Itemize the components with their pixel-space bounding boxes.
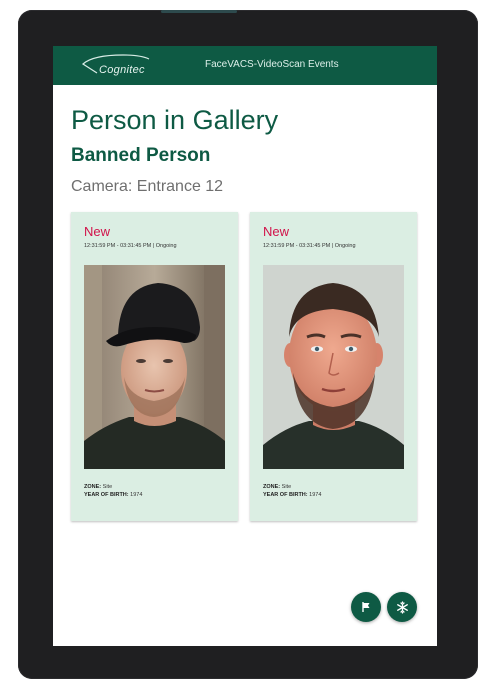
snowflake-icon <box>396 600 408 614</box>
camera-label: Camera: Entrance 12 <box>71 178 224 195</box>
logo-text: Cognitec <box>99 64 145 76</box>
event-time: 12:31:59 PM - 03:31:45 PM | Ongoing <box>263 243 356 249</box>
year-of-birth-label: YEAR OF BIRTH: <box>84 491 129 498</box>
face-photo-capped <box>84 265 225 469</box>
zone-label: ZONE: <box>84 484 102 490</box>
flag-icon <box>362 602 370 612</box>
page-title: Person in Gallery <box>71 105 279 135</box>
event-card[interactable]: New 12:31:59 PM - 03:31:45 PM | Ongoing <box>71 212 238 521</box>
event-card[interactable]: New 12:31:59 PM - 03:31:45 PM | Ongoing <box>250 212 417 521</box>
app-header: Cognitec FaceVACS-VideoScan Events <box>53 46 437 85</box>
freeze-button[interactable] <box>387 592 417 622</box>
gallery-face-photo[interactable] <box>263 265 404 469</box>
year-of-birth-value: 1974 <box>309 491 322 498</box>
year-of-birth-value: 1974 <box>130 491 143 498</box>
zone-row: ZONE: Site <box>263 484 321 492</box>
tablet-top-accent <box>161 10 237 13</box>
year-of-birth-row: YEAR OF BIRTH: 1974 <box>263 492 321 500</box>
event-time: 12:31:59 PM - 03:31:45 PM | Ongoing <box>84 243 177 249</box>
year-of-birth-row: YEAR OF BIRTH: 1974 <box>84 492 142 500</box>
cognitec-logo: Cognitec <box>79 52 153 78</box>
zone-label: ZONE: <box>263 484 281 490</box>
zone-value: Site <box>102 484 113 490</box>
card-meta: ZONE: Site YEAR OF BIRTH: 1974 <box>263 484 321 499</box>
face-photo-portrait <box>263 265 404 469</box>
page-subtitle: Banned Person <box>71 145 211 166</box>
year-of-birth-label: YEAR OF BIRTH: <box>263 491 308 498</box>
card-meta: ZONE: Site YEAR OF BIRTH: 1974 <box>84 484 142 499</box>
app-title: FaceVACS-VideoScan Events <box>205 59 339 70</box>
status-badge: New <box>263 224 290 239</box>
screen: Cognitec FaceVACS-VideoScan Events Perso… <box>53 46 437 646</box>
status-badge: New <box>84 224 111 239</box>
flag-button[interactable] <box>351 592 381 622</box>
zone-value: Site <box>281 484 292 490</box>
zone-row: ZONE: Site <box>84 484 142 492</box>
live-face-photo[interactable] <box>84 265 225 469</box>
